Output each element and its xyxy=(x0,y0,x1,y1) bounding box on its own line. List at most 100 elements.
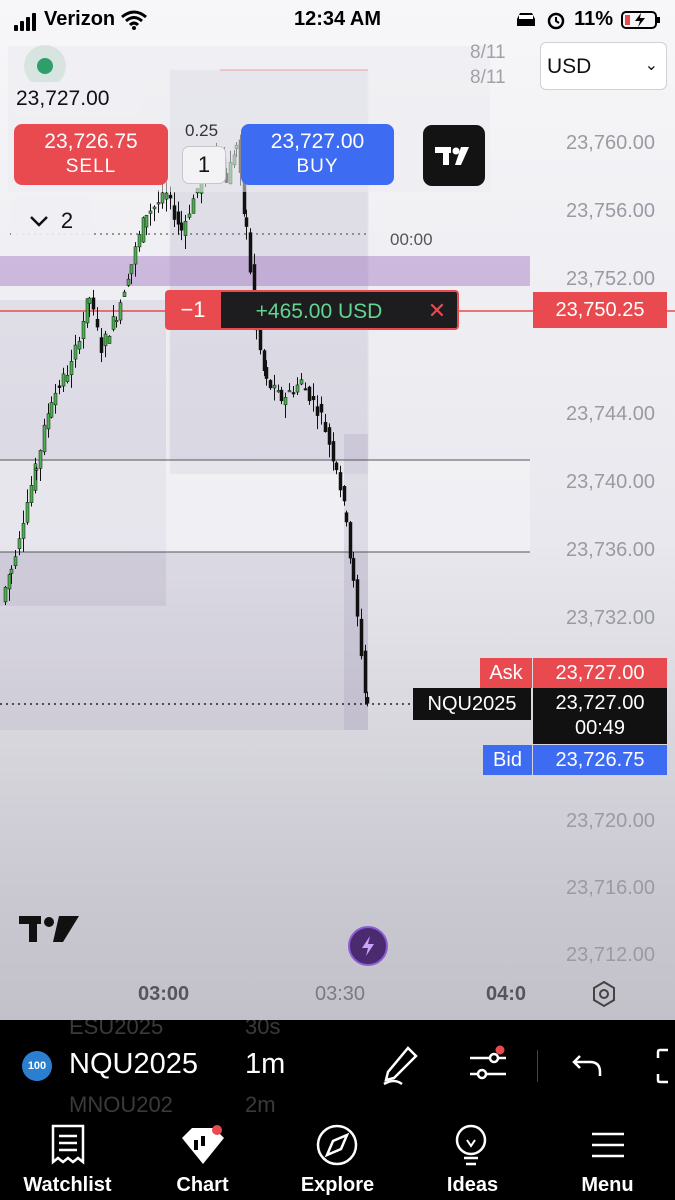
candle-body xyxy=(122,291,127,297)
candle-body xyxy=(81,320,86,339)
candle-body xyxy=(34,468,39,471)
candle-body xyxy=(95,318,100,328)
orders-count: 2 xyxy=(60,208,74,233)
alarm-icon xyxy=(547,12,565,29)
candle-body xyxy=(264,367,269,379)
candle-body xyxy=(338,472,343,491)
symbol-tag: NQU2025 xyxy=(413,688,531,720)
candle-body xyxy=(133,246,138,265)
tradingview-logo-icon xyxy=(435,147,469,165)
candle-body xyxy=(359,618,364,657)
tab-watchlist[interactable]: Watchlist xyxy=(0,1112,135,1200)
chevron-down-icon: ⌄ xyxy=(644,57,658,74)
price-axis-label: 23,716.00 xyxy=(566,877,655,899)
symbol-toolbar: ESU2025 30s 100 NQU2025 1m MNQU202 2m xyxy=(0,1020,675,1112)
candle-body xyxy=(107,335,112,344)
bottom-tab-bar: Watchlist Chart Explore Ideas Menu xyxy=(0,1112,675,1200)
candle-body xyxy=(114,319,119,322)
tab-explore[interactable]: Explore xyxy=(270,1112,405,1200)
undo-icon[interactable] xyxy=(570,1050,604,1082)
toolbar-divider xyxy=(537,1050,538,1082)
quantity-input[interactable]: 1 xyxy=(182,146,226,184)
candle-body xyxy=(323,421,328,433)
price-axis-label: 23,760.00 xyxy=(566,132,655,154)
menu-icon xyxy=(592,1132,624,1158)
candle-body xyxy=(342,486,347,502)
qty-step-label: 0.25 xyxy=(185,121,219,140)
candle-body xyxy=(144,215,149,228)
chart-icon xyxy=(182,1125,224,1164)
lightbulb-icon xyxy=(455,1124,487,1166)
symbol-picker[interactable]: NQU2025 xyxy=(69,1048,198,1081)
candle-body xyxy=(160,192,165,204)
position-price-tag: 23,750.25 xyxy=(533,292,667,328)
candle-body xyxy=(21,523,26,539)
fullscreen-icon[interactable] xyxy=(654,1046,675,1086)
purple-band xyxy=(0,256,530,286)
sell-label: SELL xyxy=(65,156,117,177)
ask-price: 23,727.00 xyxy=(533,658,667,688)
buy-label: BUY xyxy=(296,156,339,177)
watchlist-icon xyxy=(51,1124,85,1165)
candle-body xyxy=(276,390,281,393)
close-position-button[interactable]: ✕ xyxy=(417,290,459,330)
candle-body xyxy=(355,579,360,617)
ask-label: Ask xyxy=(480,658,532,688)
candle-body xyxy=(42,424,47,453)
candle-body xyxy=(365,697,370,704)
time-axis-label: 04:0 xyxy=(486,983,527,1005)
candle-body xyxy=(25,502,30,523)
candle-body xyxy=(248,232,253,273)
price-axis-label: 23,736.00 xyxy=(566,539,655,561)
currency-select[interactable]: USD ⌄ xyxy=(540,42,667,90)
ghost-interval-below: 2m xyxy=(245,1092,276,1112)
candle-body xyxy=(179,222,184,231)
last-price-display: 23,727.00 xyxy=(10,82,142,116)
tab-label: Explore xyxy=(300,1174,375,1196)
buy-button[interactable]: 23,727.00 BUY xyxy=(241,124,394,185)
candle-body xyxy=(7,574,12,590)
candle-body xyxy=(187,213,192,218)
candle-body xyxy=(118,302,123,321)
battery-charging-icon xyxy=(621,10,660,29)
position-widget[interactable]: −1 +465.00 USD ✕ xyxy=(165,290,459,330)
candle-body xyxy=(279,389,284,402)
collapse-orders-button[interactable]: 2 xyxy=(11,197,91,245)
chart-settings-icon[interactable] xyxy=(590,980,618,1013)
currency-value: USD xyxy=(547,55,592,78)
ghost-interval-above: 30s xyxy=(245,1020,281,1039)
tab-menu[interactable]: Menu xyxy=(540,1112,675,1200)
candle-body xyxy=(334,462,339,471)
tab-label: Ideas xyxy=(446,1174,499,1196)
candle-body xyxy=(53,392,58,406)
bid-label: Bid xyxy=(483,745,532,775)
connection-status-icon[interactable] xyxy=(24,45,66,87)
last-price-value: 23,727.00 xyxy=(555,692,645,714)
tab-label: Chart xyxy=(176,1174,229,1196)
candle-body xyxy=(103,333,108,347)
candle-body xyxy=(61,373,66,387)
tradingview-watermark-icon xyxy=(17,912,81,951)
candle-body xyxy=(344,512,349,523)
position-qty[interactable]: −1 xyxy=(165,290,221,330)
candle-body xyxy=(327,427,332,445)
candle-body xyxy=(311,396,316,401)
candle-body xyxy=(3,587,8,603)
tab-chart[interactable]: Chart xyxy=(135,1112,270,1200)
candle-body xyxy=(156,202,161,205)
candle-body xyxy=(363,650,368,694)
candle-body xyxy=(299,379,304,385)
price-axis-label: 23,712.00 xyxy=(566,944,655,966)
position-pnl[interactable]: +465.00 USD xyxy=(221,290,417,330)
indicators-icon[interactable] xyxy=(466,1044,510,1088)
candle-body xyxy=(168,194,173,199)
interval-picker[interactable]: 1m xyxy=(245,1048,285,1081)
drawing-pen-icon[interactable] xyxy=(380,1044,420,1088)
candle-body xyxy=(38,450,43,469)
time-axis-label: 03:30 xyxy=(315,983,366,1005)
candle-body xyxy=(126,278,131,286)
tab-ideas[interactable]: Ideas xyxy=(405,1112,540,1200)
sell-button[interactable]: 23,726.75 SELL xyxy=(14,124,168,185)
tradingview-button[interactable] xyxy=(423,125,485,186)
quick-action-bolt-icon[interactable] xyxy=(348,926,388,966)
